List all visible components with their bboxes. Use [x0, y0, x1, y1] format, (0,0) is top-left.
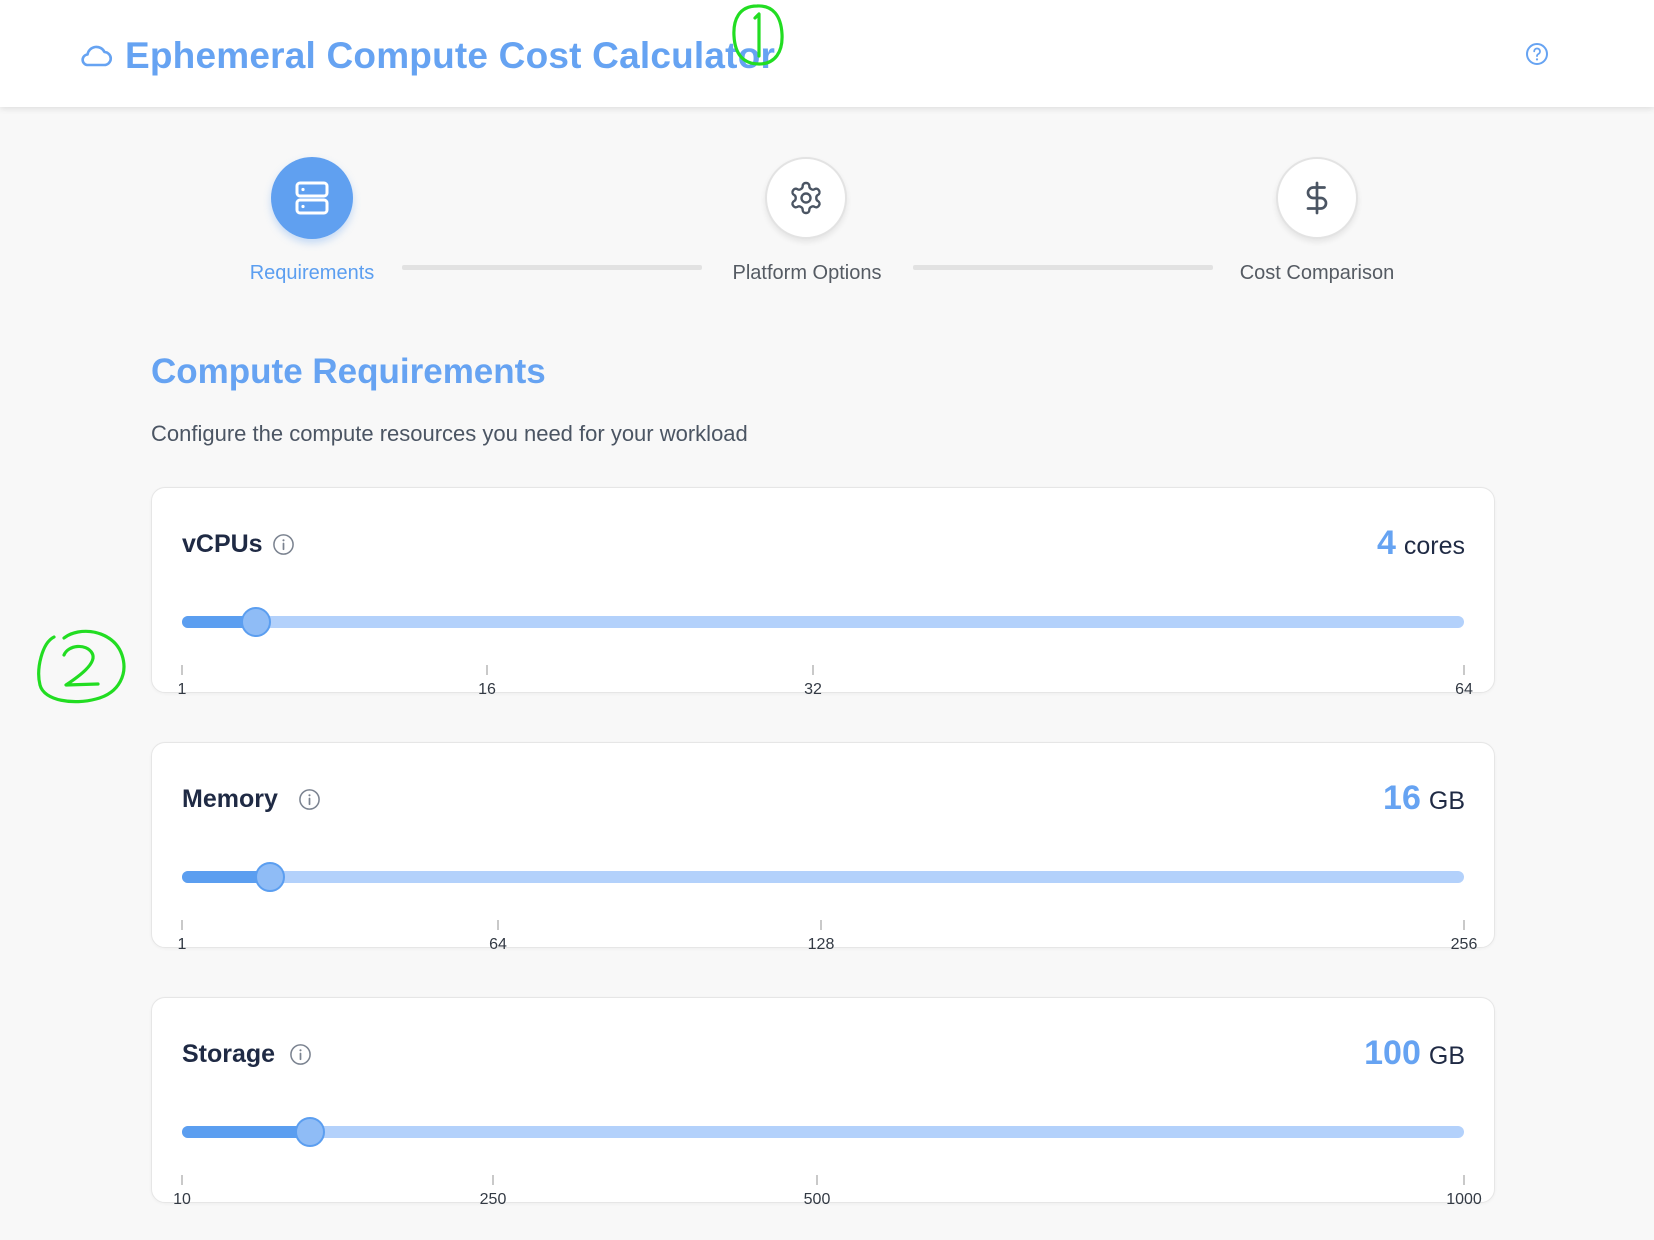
info-icon[interactable]	[298, 788, 321, 811]
tick-label: 32	[804, 681, 822, 698]
section-description: Configure the compute resources you need…	[151, 421, 748, 446]
tick-mark	[181, 920, 183, 930]
tick-mark	[1463, 1175, 1465, 1185]
storage-value: 100 GB	[1364, 1034, 1465, 1073]
app-header: Ephemeral Compute Cost Calculator	[0, 0, 1654, 107]
tick-label: 64	[489, 936, 507, 953]
memory-slider[interactable]	[182, 862, 1464, 892]
tick-label: 256	[1450, 936, 1478, 953]
section-title: Compute Requirements	[151, 352, 546, 391]
vcpus-value-number: 4	[1376, 524, 1396, 562]
tick-label: 250	[479, 1191, 507, 1208]
tick-label: 64	[1455, 681, 1473, 698]
tick-mark	[181, 1175, 183, 1185]
tick-label: 10	[173, 1191, 191, 1208]
tick-label: 500	[803, 1191, 831, 1208]
step-connector	[913, 265, 1213, 270]
storage-value-number: 100	[1364, 1034, 1421, 1072]
tick-mark	[1463, 920, 1465, 930]
gear-icon	[791, 181, 821, 215]
vcpus-value-unit: cores	[1403, 532, 1465, 560]
cloud-icon	[78, 38, 114, 74]
step-platform-options-button[interactable]	[765, 157, 847, 239]
tick-mark	[497, 920, 499, 930]
tick-mark	[812, 665, 814, 675]
vcpus-label: vCPUs	[182, 530, 263, 558]
tick-mark	[1463, 665, 1465, 675]
tick-label: 1	[177, 936, 187, 953]
step-label-cost-comparison[interactable]: Cost Comparison	[1240, 262, 1395, 285]
step-requirements-button[interactable]	[271, 157, 353, 239]
info-icon[interactable]	[289, 1043, 312, 1066]
memory-value: 16 GB	[1383, 779, 1465, 818]
server-icon	[295, 181, 329, 215]
step-cost-comparison-button[interactable]	[1276, 157, 1358, 239]
annotation-1	[732, 4, 784, 66]
vcpus-slider[interactable]	[182, 607, 1464, 637]
storage-slider[interactable]	[182, 1117, 1464, 1147]
memory-value-number: 16	[1383, 779, 1421, 817]
tick-label: 128	[807, 936, 835, 953]
step-connector	[402, 265, 702, 270]
brand: Ephemeral Compute Cost Calculator	[78, 34, 775, 78]
memory-value-unit: GB	[1428, 787, 1465, 815]
tick-mark	[816, 1175, 818, 1185]
memory-slider-thumb[interactable]	[255, 862, 286, 892]
info-icon[interactable]	[272, 533, 295, 556]
annotation-2	[37, 629, 126, 704]
help-circle-icon[interactable]	[1524, 41, 1550, 67]
dollar-icon	[1306, 181, 1328, 215]
vcpus-card: vCPUs 4 cores 1 16 32 64	[151, 487, 1495, 698]
vcpus-slider-thumb[interactable]	[241, 607, 272, 637]
storage-value-unit: GB	[1428, 1042, 1465, 1070]
storage-slider-thumb[interactable]	[295, 1117, 326, 1147]
tick-label: 1	[177, 681, 187, 698]
app-title: Ephemeral Compute Cost Calculator	[125, 35, 776, 76]
tick-label: 1000	[1446, 1191, 1482, 1208]
vcpus-value: 4 cores	[1377, 524, 1465, 563]
memory-card: Memory 16 GB 1 64 128 256	[151, 742, 1495, 953]
storage-label: Storage	[182, 1040, 276, 1068]
app-root: Ephemeral Compute Cost Calculator Requir…	[0, 0, 1654, 1240]
tick-mark	[181, 665, 183, 675]
tick-mark	[492, 1175, 494, 1185]
tick-mark	[486, 665, 488, 675]
tick-mark	[820, 920, 822, 930]
storage-card: Storage 100 GB 10 250 500 1000	[151, 997, 1495, 1208]
memory-label: Memory	[182, 785, 278, 813]
tick-label: 16	[478, 681, 496, 698]
step-label-platform-options[interactable]: Platform Options	[733, 262, 882, 285]
step-label-requirements[interactable]: Requirements	[250, 262, 375, 285]
storage-slider-fill	[182, 1126, 311, 1138]
